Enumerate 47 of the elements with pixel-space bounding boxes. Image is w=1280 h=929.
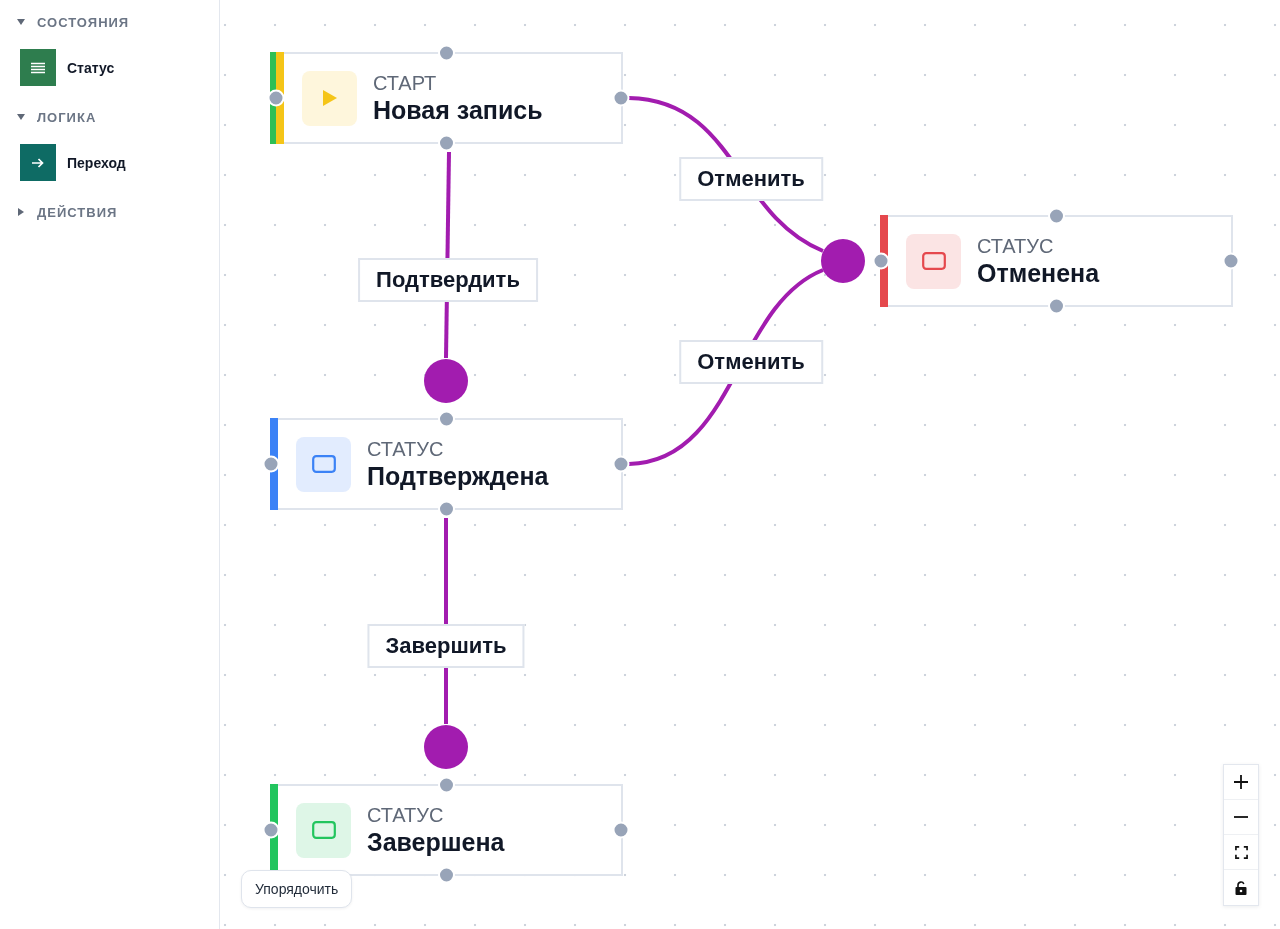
handle-icon[interactable] — [438, 776, 455, 794]
plus-icon — [1234, 775, 1248, 789]
arrange-button[interactable]: Упорядочить — [241, 870, 353, 908]
node-title: Отменена — [977, 258, 1100, 288]
edge-end-dot-icon — [821, 239, 865, 283]
open-padlock-icon — [1235, 880, 1247, 895]
status-node[interactable]: СТАТУС Завершена — [270, 784, 623, 876]
node-type-label: СТАРТ — [373, 71, 437, 95]
lock-button[interactable] — [1224, 870, 1258, 905]
section-header[interactable]: СОСТОЯНИЯ — [17, 12, 130, 32]
edge-label: Завершить — [367, 624, 525, 668]
handle-icon[interactable] — [438, 44, 455, 62]
handle-icon[interactable] — [872, 252, 890, 270]
edge-label: Отменить — [679, 340, 823, 384]
node-type-label: СТАТУС — [367, 803, 444, 827]
caret-icon — [17, 113, 25, 121]
edge-end-dot-icon — [424, 725, 468, 769]
play-icon — [302, 70, 357, 126]
handle-icon[interactable] — [262, 821, 280, 839]
status-node[interactable]: СТАТУС Подтверждена — [270, 418, 623, 510]
rectangle-icon — [296, 436, 351, 492]
fit-view-icon — [1234, 845, 1248, 859]
rectangle-icon — [906, 233, 961, 289]
caret-icon — [17, 208, 25, 216]
minus-icon — [1234, 816, 1248, 818]
edge-label: Отменить — [679, 157, 823, 201]
section-header[interactable]: ДЕЙСТВИЯ — [17, 202, 118, 222]
palette-item[interactable]: Переход — [20, 144, 126, 181]
node-title: Подтверждена — [367, 461, 549, 491]
section-header[interactable]: ЛОГИКА — [17, 107, 97, 127]
node-title: Завершена — [367, 827, 505, 857]
node-type-label: СТАТУС — [367, 437, 444, 461]
handle-icon[interactable] — [262, 455, 280, 473]
handle-icon[interactable] — [438, 410, 455, 428]
zoom-in-button[interactable] — [1224, 765, 1258, 800]
caret-icon — [17, 18, 25, 26]
rectangle-icon — [296, 802, 351, 858]
fit-view-button[interactable] — [1224, 835, 1258, 870]
palette-item[interactable]: Статус — [20, 49, 115, 86]
start-node[interactable]: СТАРТ Новая запись — [270, 52, 623, 144]
status-node[interactable]: СТАТУС Отменена — [880, 215, 1233, 307]
handle-icon[interactable] — [1048, 207, 1065, 225]
edge-end-dot-icon — [424, 359, 468, 403]
node-type-label: СТАТУС — [977, 234, 1054, 258]
node-title: Новая запись — [373, 95, 543, 125]
zoom-out-button[interactable] — [1224, 800, 1258, 835]
edge-label: Подтвердить — [358, 258, 538, 302]
